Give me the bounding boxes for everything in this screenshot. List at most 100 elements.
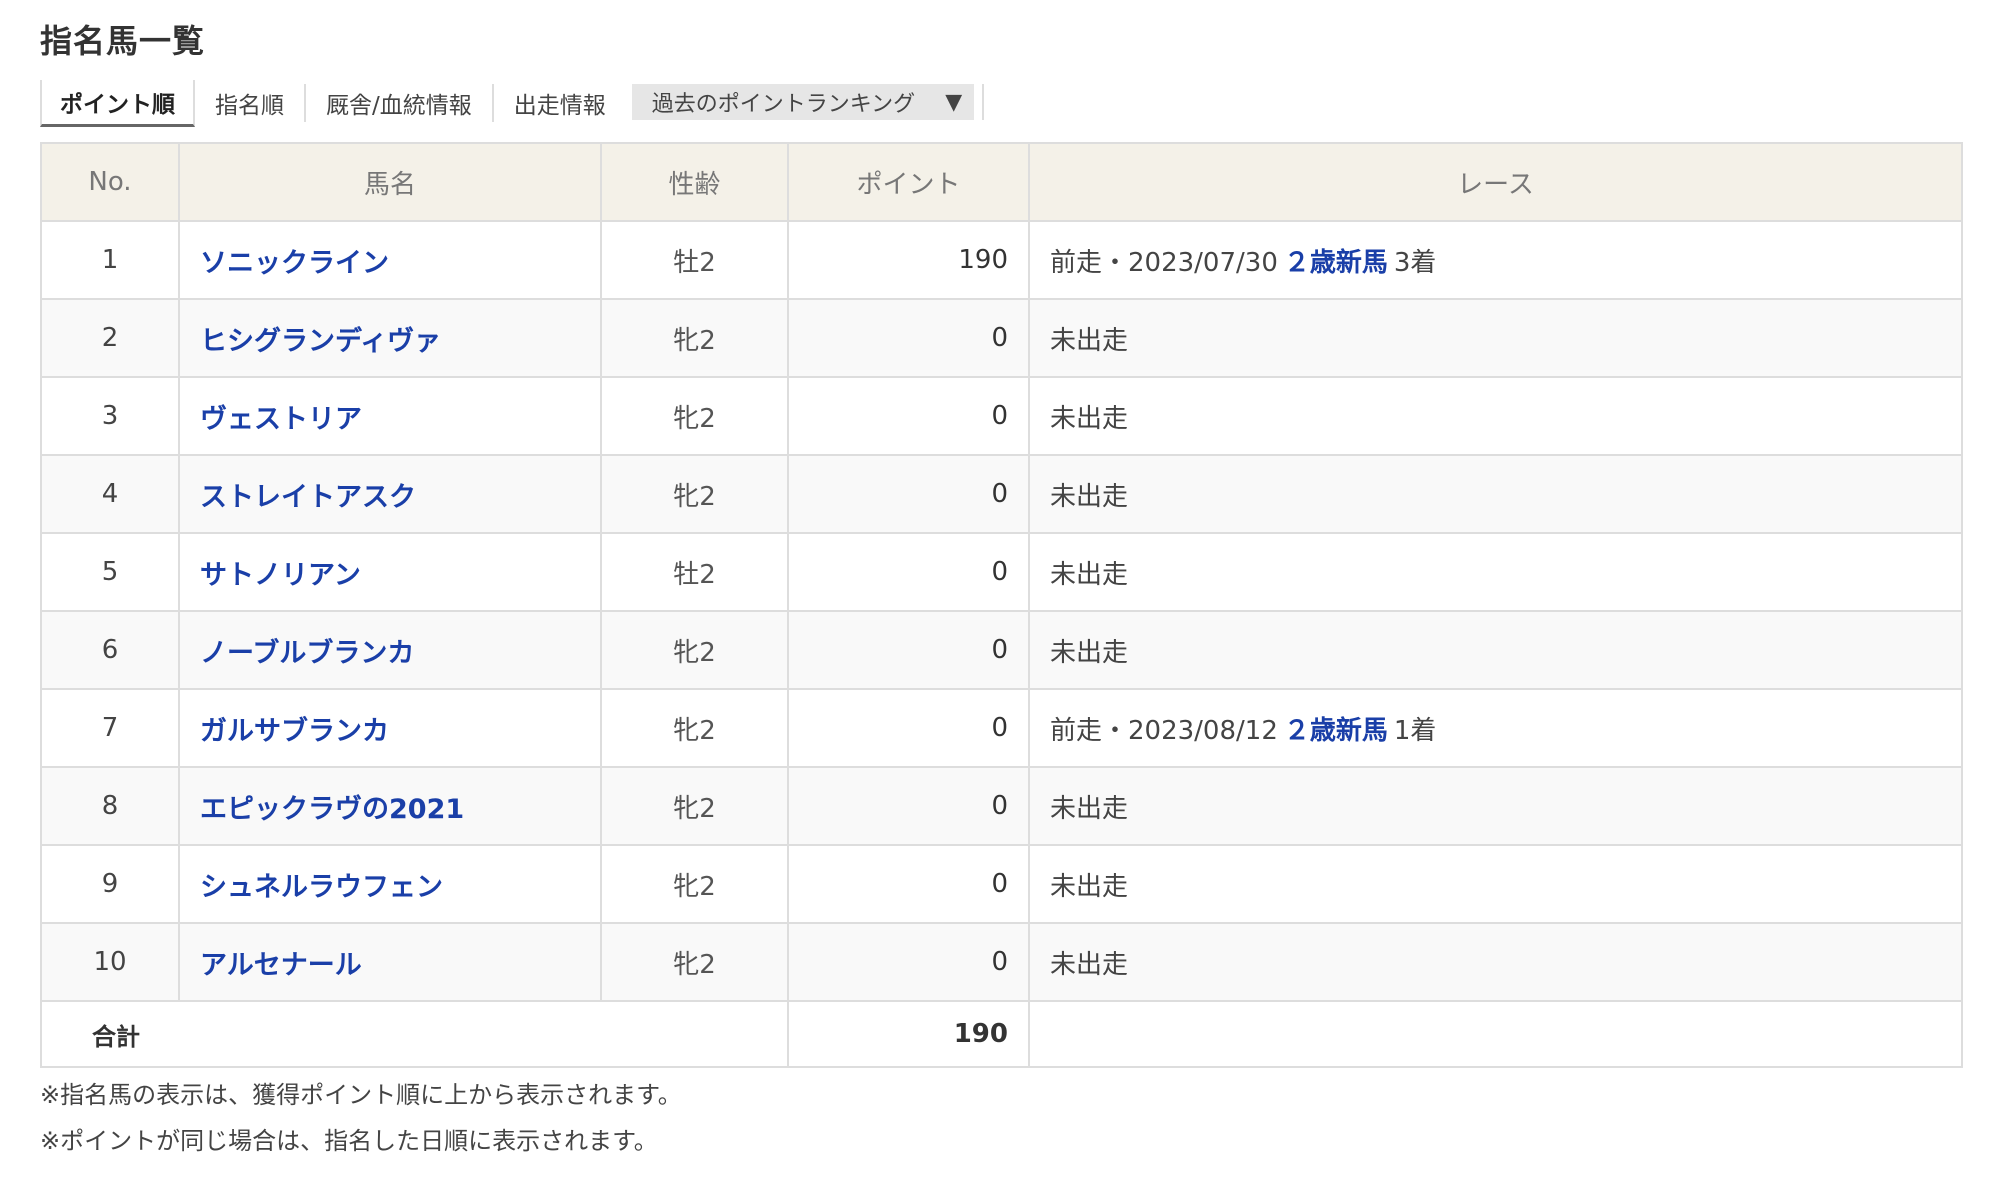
row-number: 8 — [40, 766, 180, 846]
horse-name-cell: ノーブルブランカ — [178, 610, 602, 690]
tab-nomination-order[interactable]: 指名順 — [195, 84, 306, 122]
horse-name-cell: ソニックライン — [178, 220, 602, 300]
tab-race-info[interactable]: 出走情報 — [494, 84, 626, 122]
table-row: 10 アルセナール 牝2 0 未出走 — [40, 922, 1963, 1002]
tab-divider — [981, 84, 984, 120]
race-cell: 未出走 — [1028, 532, 1963, 612]
total-row: 合計 190 — [40, 1000, 1963, 1068]
page-title: 指名馬一覧 — [40, 22, 206, 60]
sex-age: 牝2 — [600, 688, 789, 768]
total-empty-cell — [1029, 1000, 1963, 1068]
race-status: 未出走 — [1050, 637, 1129, 668]
race-cell: 未出走 — [1028, 454, 1963, 534]
past-ranking-select[interactable]: 過去のポイントランキング ▼ — [631, 84, 974, 120]
horse-name-link[interactable]: ヒシグランディヴァ — [200, 326, 441, 357]
sex-age: 牝2 — [600, 298, 789, 378]
sex-age: 牝2 — [600, 766, 789, 846]
row-number: 3 — [40, 376, 180, 456]
sex-age: 牝2 — [600, 844, 789, 924]
horse-name-cell: ストレイトアスク — [178, 454, 602, 534]
header-horse-name: 馬名 — [178, 142, 602, 222]
race-cell: 未出走 — [1028, 610, 1963, 690]
race-status: 未出走 — [1050, 949, 1129, 980]
horse-table: No. 馬名 性齢 ポイント レース 1 ソニックライン 牡2 190 前走・2023/… — [40, 142, 1963, 1068]
race-status: 未出走 — [1050, 403, 1129, 434]
table-header-row: No. 馬名 性齢 ポイント レース — [40, 142, 1963, 222]
horse-name-cell: ガルサブランカ — [178, 688, 602, 768]
table-row: 3 ヴェストリア 牝2 0 未出走 — [40, 376, 1963, 456]
horse-name-cell: サトノリアン — [178, 532, 602, 612]
total-value: 190 — [787, 1000, 1030, 1068]
table-row: 7 ガルサブランカ 牝2 0 前走・2023/08/12 ２歳新馬 1着 — [40, 688, 1963, 768]
race-status: 未出走 — [1050, 559, 1129, 590]
sex-age: 牝2 — [600, 376, 789, 456]
horse-name-link[interactable]: ノーブルブランカ — [200, 638, 414, 669]
points: 190 — [787, 220, 1030, 300]
points: 0 — [787, 532, 1030, 612]
sex-age: 牝2 — [600, 610, 789, 690]
tab-bar: ポイント順 指名順 厩舎/血統情報 出走情報 過去のポイントランキング ▼ — [40, 80, 984, 127]
points: 0 — [787, 454, 1030, 534]
race-cell: 前走・2023/08/12 ２歳新馬 1着 — [1028, 688, 1963, 768]
race-result: 3着 — [1393, 247, 1437, 278]
points: 0 — [787, 298, 1030, 378]
row-number: 2 — [40, 298, 180, 378]
table-row: 9 シュネルラウフェン 牝2 0 未出走 — [40, 844, 1963, 924]
horse-name-link[interactable]: エピックラヴの2021 — [200, 794, 464, 825]
row-number: 7 — [40, 688, 180, 768]
table-row: 5 サトノリアン 牡2 0 未出走 — [40, 532, 1963, 612]
past-ranking-select-value: 過去のポイントランキング — [651, 92, 916, 117]
table-row: 1 ソニックライン 牡2 190 前走・2023/07/30 ２歳新馬 3着 — [40, 220, 1963, 300]
horse-name-link[interactable]: ガルサブランカ — [200, 716, 389, 747]
sex-age: 牝2 — [600, 922, 789, 1002]
header-sex-age: 性齢 — [600, 142, 789, 222]
race-cell: 未出走 — [1028, 376, 1963, 456]
row-number: 1 — [40, 220, 180, 300]
horse-name-cell: ヴェストリア — [178, 376, 602, 456]
horse-name-link[interactable]: アルセナール — [200, 950, 362, 981]
horse-name-link[interactable]: ソニックライン — [200, 248, 389, 279]
points: 0 — [787, 922, 1030, 1002]
table-row: 2 ヒシグランディヴァ 牝2 0 未出走 — [40, 298, 1963, 378]
horse-name-cell: アルセナール — [178, 922, 602, 1002]
horse-name-link[interactable]: ヴェストリア — [200, 404, 362, 435]
header-race: レース — [1028, 142, 1963, 222]
page: 指名馬一覧 ポイント順 指名順 厩舎/血統情報 出走情報 過去のポイントランキン… — [0, 0, 2000, 1184]
row-number: 5 — [40, 532, 180, 612]
row-number: 4 — [40, 454, 180, 534]
dropdown-arrow-icon: ▼ — [945, 89, 963, 115]
horse-name-link[interactable]: ストレイトアスク — [200, 482, 416, 513]
race-cell: 前走・2023/07/30 ２歳新馬 3着 — [1028, 220, 1963, 300]
race-cell: 未出走 — [1028, 844, 1963, 924]
race-cell: 未出走 — [1028, 766, 1963, 846]
race-status: 未出走 — [1050, 481, 1129, 512]
points: 0 — [787, 688, 1030, 768]
horse-name-link[interactable]: サトノリアン — [200, 560, 361, 591]
race-name-link[interactable]: ２歳新馬 — [1284, 716, 1388, 746]
points: 0 — [787, 766, 1030, 846]
race-status: 未出走 — [1050, 871, 1129, 902]
header-no: No. — [40, 142, 180, 222]
tab-point-order[interactable]: ポイント順 — [40, 80, 195, 127]
note-line: ※指名馬の表示は、獲得ポイント順に上から表示されます。 — [40, 1081, 682, 1109]
points: 0 — [787, 844, 1030, 924]
points: 0 — [787, 610, 1030, 690]
row-number: 9 — [40, 844, 180, 924]
horse-name-link[interactable]: シュネルラウフェン — [200, 872, 443, 903]
points: 0 — [787, 376, 1030, 456]
sex-age: 牡2 — [600, 220, 789, 300]
total-label: 合計 — [40, 1000, 789, 1068]
sex-age: 牝2 — [600, 454, 789, 534]
table-row: 4 ストレイトアスク 牝2 0 未出走 — [40, 454, 1963, 534]
notes: ※指名馬の表示は、獲得ポイント順に上から表示されます。 ※ポイントが同じ場合は、… — [40, 1072, 682, 1164]
horse-name-cell: シュネルラウフェン — [178, 844, 602, 924]
race-cell: 未出走 — [1028, 922, 1963, 1002]
horse-name-cell: エピックラヴの2021 — [178, 766, 602, 846]
horse-name-cell: ヒシグランディヴァ — [178, 298, 602, 378]
race-result: 1着 — [1393, 715, 1437, 746]
race-status: 未出走 — [1050, 325, 1129, 356]
table-row: 6 ノーブルブランカ 牝2 0 未出走 — [40, 610, 1963, 690]
table-row: 8 エピックラヴの2021 牝2 0 未出走 — [40, 766, 1963, 846]
race-name-link[interactable]: ２歳新馬 — [1284, 248, 1388, 278]
tab-stable-pedigree[interactable]: 厩舎/血統情報 — [306, 84, 494, 122]
